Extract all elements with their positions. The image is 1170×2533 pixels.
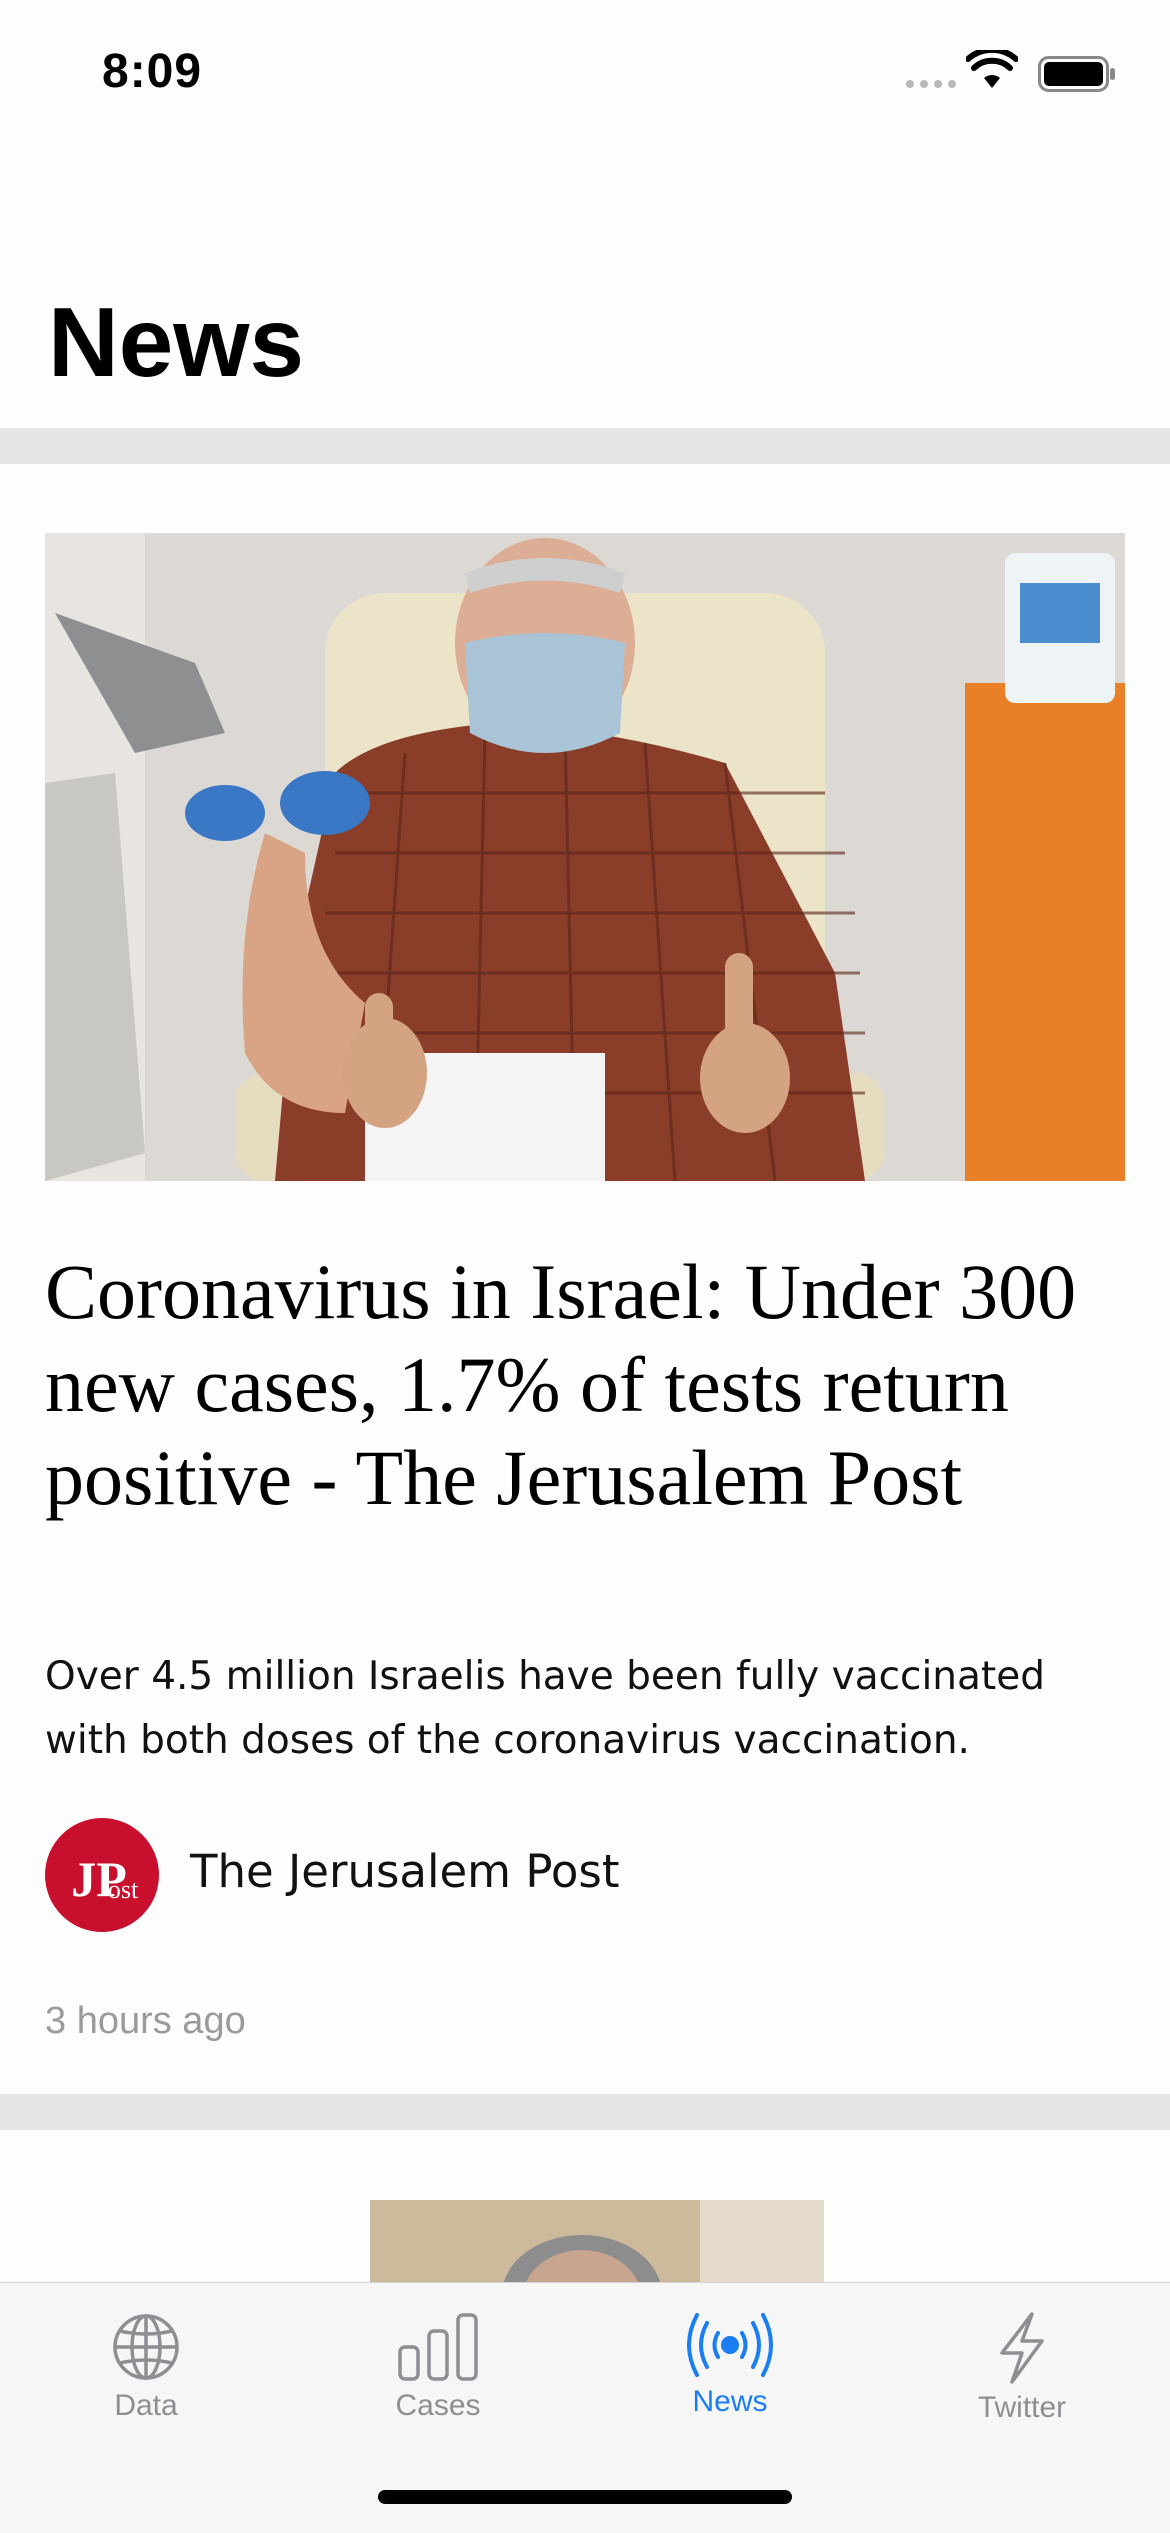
person-photo: [370, 2200, 824, 2290]
status-bar: 8:09: [0, 0, 1170, 150]
tab-label: Twitter: [977, 2391, 1067, 2424]
article-image[interactable]: [45, 533, 1125, 1181]
tab-label: Cases: [395, 2389, 481, 2422]
tab-label: News: [692, 2385, 768, 2418]
tab-twitter[interactable]: Twitter: [876, 2283, 1168, 2443]
wifi-icon: [966, 50, 1018, 88]
article-image[interactable]: [370, 2200, 824, 2290]
article-summary: Over 4.5 million Israelis have been full…: [45, 1654, 1045, 1763]
tab-news[interactable]: News: [584, 2283, 876, 2443]
tab-data[interactable]: Data: [0, 2283, 292, 2443]
article-timestamp: 3 hours ago: [45, 2000, 246, 2042]
cellular-signal-icon: [906, 80, 956, 88]
vaccination-photo: [45, 533, 1125, 1181]
lightning-icon: [1000, 2312, 1044, 2384]
section-divider: [0, 2094, 1170, 2130]
battery-icon: [1038, 56, 1115, 92]
svg-text:ost: ost: [108, 1875, 139, 1904]
page-title: News: [48, 287, 305, 397]
tab-label: Data: [114, 2389, 178, 2422]
bar-chart-icon: [398, 2313, 478, 2381]
globe-icon: [113, 2314, 179, 2380]
home-indicator[interactable]: [378, 2490, 792, 2504]
status-time: 8:09: [102, 45, 203, 98]
article-headline[interactable]: Coronavirus in Israel: Under 300 new cas…: [45, 1245, 1135, 1524]
section-divider: [0, 428, 1170, 464]
tab-cases[interactable]: Cases: [292, 2283, 584, 2443]
jerusalem-post-logo-icon: JP ost: [45, 1818, 159, 1932]
broadcast-icon: [687, 2313, 773, 2377]
article-source-name: The Jerusalem Post: [190, 1845, 620, 1898]
